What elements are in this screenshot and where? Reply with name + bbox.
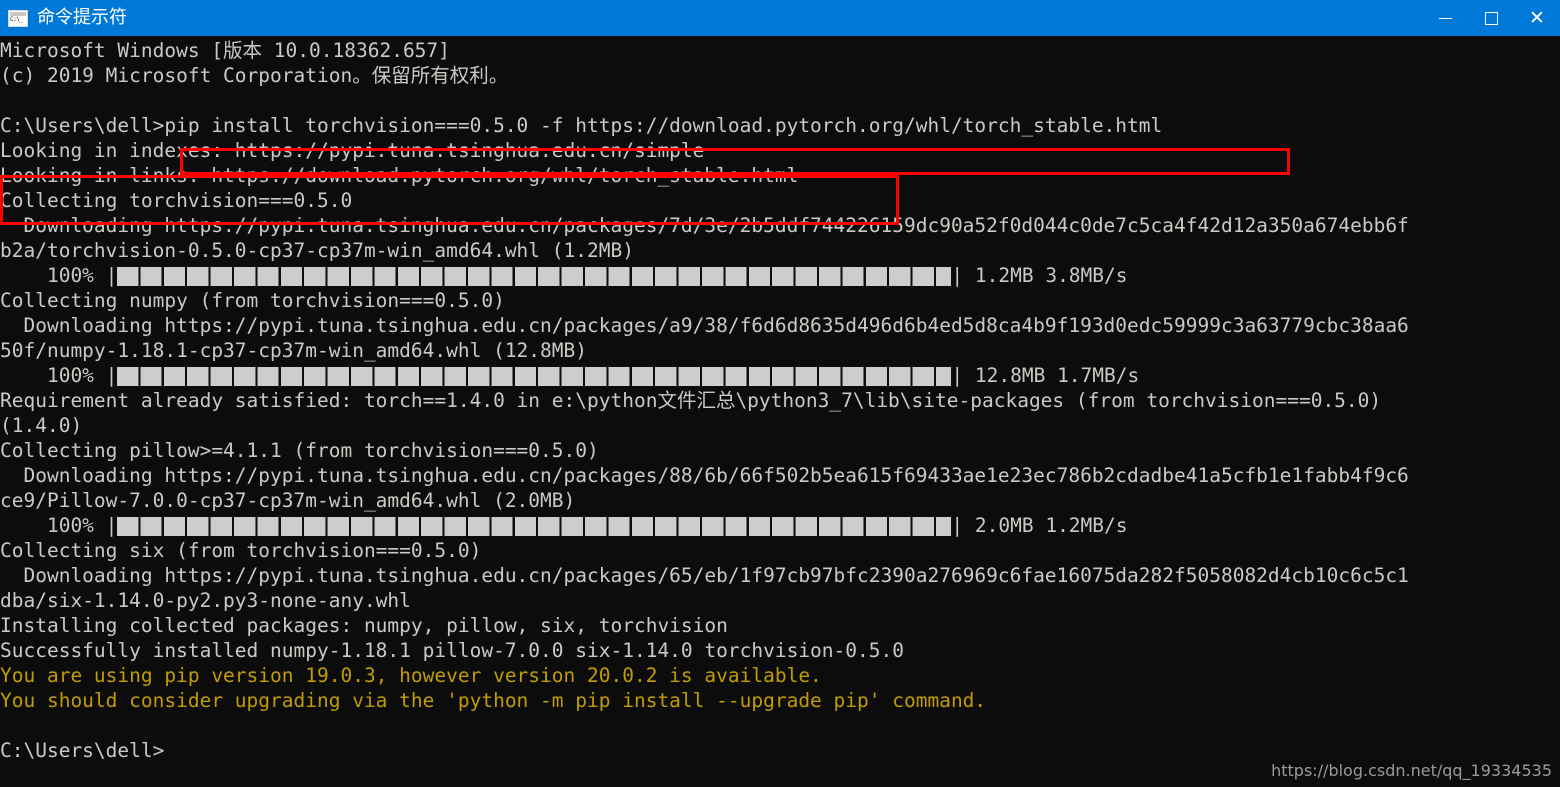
console-line: Downloading https://pypi.tuna.tsinghua.e… [0,214,1409,237]
console-line: Successfully installed numpy-1.18.1 pill… [0,639,904,662]
console-line: C:\Users\dell>pip install torchvision===… [0,114,1163,137]
console-line: Collecting torchvision===0.5.0 [0,189,353,212]
titlebar-left: 命令提示符 [0,7,1422,29]
window-controls: ✕ [1422,0,1560,36]
progress-bar [117,517,952,536]
cmd-console-icon [8,9,28,27]
console-line: b2a/torchvision-0.5.0-cp37-cp37m-win_amd… [0,239,634,262]
close-button[interactable]: ✕ [1514,0,1560,36]
console-line: Looking in indexes: https://pypi.tuna.ts… [0,139,705,162]
console-line: Requirement already satisfied: torch==1.… [0,389,1382,412]
progress-bar [117,267,952,286]
progress-stats: | 1.2MB 3.8MB/s [951,264,1128,287]
console-line: Installing collected packages: numpy, pi… [0,614,728,637]
window-titlebar[interactable]: 命令提示符 ✕ [0,0,1560,36]
console-line: ce9/Pillow-7.0.0-cp37-cp37m-win_amd64.wh… [0,489,576,512]
console-line: Downloading https://pypi.tuna.tsinghua.e… [0,464,1409,487]
command-prompt-window: 命令提示符 ✕ Microsoft Windows [版本 10.0.18362… [0,0,1560,787]
console-line: Collecting pillow>=4.1.1 (from torchvisi… [0,439,599,462]
console-line: Downloading https://pypi.tuna.tsinghua.e… [0,314,1409,337]
progress-percent: 100% | [0,514,118,537]
console-line: (1.4.0) [0,414,83,437]
minimize-icon [1438,17,1452,19]
console-output-area[interactable]: Microsoft Windows [版本 10.0.18362.657] (c)… [0,36,1560,787]
progress-bar [117,367,952,386]
console-line: dba/six-1.14.0-py2.py3-none-any.whl [0,589,411,612]
console-line: You are using pip version 19.0.3, howeve… [0,664,822,687]
maximize-button[interactable] [1468,0,1514,36]
console-line: You should consider upgrading via the 'p… [0,689,987,712]
console-line: C:\Users\dell> [0,739,165,762]
minimize-button[interactable] [1422,0,1468,36]
console-line: 100% | | 12.8MB 1.7MB/s [0,363,1560,388]
window-title: 命令提示符 [37,7,127,28]
watermark-text: https://blog.csdn.net/qq_19334535 [1271,761,1552,780]
console-line: Collecting numpy (from torchvision===0.5… [0,289,505,312]
console-line: Downloading https://pypi.tuna.tsinghua.e… [0,564,1409,587]
console-line: Looking in links: https://download.pytor… [0,164,799,187]
console-line: 50f/numpy-1.18.1-cp37-cp37m-win_amd64.wh… [0,339,587,362]
maximize-icon [1484,11,1498,25]
console-line: Collecting six (from torchvision===0.5.0… [0,539,482,562]
progress-stats: | 2.0MB 1.2MB/s [951,514,1128,537]
progress-percent: 100% | [0,264,118,287]
progress-stats: | 12.8MB 1.7MB/s [951,364,1140,387]
close-icon: ✕ [1529,6,1545,29]
console-line: Microsoft Windows [版本 10.0.18362.657] [0,39,450,62]
console-line: 100% | | 2.0MB 1.2MB/s [0,513,1560,538]
progress-percent: 100% | [0,364,118,387]
console-text-buffer: Microsoft Windows [版本 10.0.18362.657] (c)… [0,36,1560,763]
console-line: 100% | | 1.2MB 3.8MB/s [0,263,1560,288]
console-line: (c) 2019 Microsoft Corporation。保留所有权利。 [0,64,509,87]
